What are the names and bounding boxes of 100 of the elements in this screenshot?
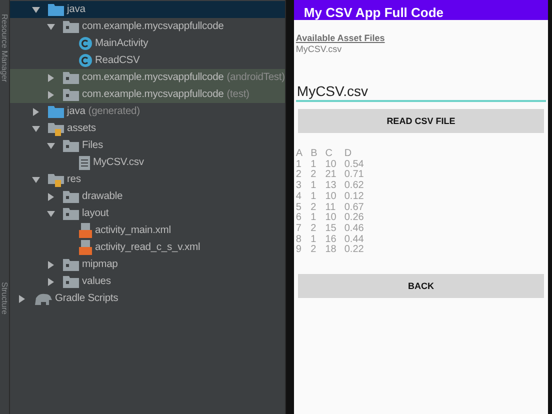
table-cell: 16 xyxy=(325,234,344,246)
folder-icon xyxy=(63,190,79,203)
tree-item-suffix: (androidTest) xyxy=(226,72,285,83)
tree-item[interactable]: activity_main.xml xyxy=(10,222,285,239)
tree-item-label: assets xyxy=(67,123,96,134)
collapsed-arrow-icon[interactable] xyxy=(47,192,55,200)
table-cell: 11 xyxy=(325,202,344,214)
tree-item-label: MainActivity xyxy=(95,38,148,49)
table-cell-text: 2 xyxy=(296,170,302,181)
table-cell-text: 0.44 xyxy=(344,234,365,245)
tree-item[interactable]: ReadCSV xyxy=(10,52,285,69)
table-cell-text: 0.67 xyxy=(344,202,365,213)
tree-item[interactable]: Files xyxy=(10,137,285,154)
table-cell-text: 0.46 xyxy=(344,224,365,235)
tree-item[interactable]: activity_read_c_s_v.xml xyxy=(10,239,285,256)
table-cell-text: 0.54 xyxy=(344,160,365,170)
table-cell-text: 1 xyxy=(296,160,302,170)
table-cell-text: 2 xyxy=(310,170,318,181)
file-name-field[interactable]: MyCSV.csv xyxy=(296,83,546,102)
tree-item[interactable]: Gradle Scripts xyxy=(10,290,285,307)
back-button[interactable]: BACK xyxy=(298,274,544,298)
folder-icon xyxy=(48,172,64,186)
class-icon xyxy=(79,54,92,67)
tree-item-label: Files xyxy=(82,140,103,151)
file-icon xyxy=(79,156,90,170)
table-cell: 13 xyxy=(325,181,344,192)
expanded-arrow-icon[interactable] xyxy=(32,6,40,14)
collapsed-arrow-icon[interactable] xyxy=(47,74,55,82)
tree-item-label: ReadCSV xyxy=(95,55,140,66)
tree-item[interactable]: assets xyxy=(10,120,285,137)
tree-item[interactable]: com.example.mycsvappfullcode (androidTest) xyxy=(10,69,285,86)
tree-item-suffix: (generated) xyxy=(88,106,140,117)
column-header: C xyxy=(325,149,334,160)
table-cell: 21 xyxy=(325,170,344,182)
class-icon xyxy=(79,37,92,50)
collapsed-arrow-icon[interactable] xyxy=(47,260,55,268)
table-cell-text: 6 xyxy=(296,213,302,224)
tree-item[interactable]: java xyxy=(10,1,285,18)
table-cell-text: 8 xyxy=(296,234,302,245)
expanded-arrow-icon[interactable] xyxy=(32,124,40,132)
tree-item-label: java xyxy=(67,4,86,15)
expanded-arrow-icon[interactable] xyxy=(47,210,55,218)
expanded-arrow-icon[interactable] xyxy=(47,142,55,150)
tree-item[interactable]: com.example.mycsvappfullcode xyxy=(10,18,285,35)
asset-file-name: MyCSV.csv xyxy=(296,44,342,54)
collapsed-arrow-icon[interactable] xyxy=(18,294,26,302)
tree-item[interactable]: drawable xyxy=(10,188,285,205)
table-cell-text: 5 xyxy=(296,202,302,213)
tree-item-label: com.example.mycsvappfullcode xyxy=(82,72,224,83)
tree-item[interactable]: values xyxy=(10,273,285,290)
table-cell-text: 0.12 xyxy=(344,192,365,203)
table-cell-text: 0.22 xyxy=(344,245,365,256)
table-cell-text: 3 xyxy=(296,181,302,192)
collapsed-arrow-icon[interactable] xyxy=(47,278,55,286)
tree-item-label: java xyxy=(67,106,86,117)
elephant-icon xyxy=(34,292,52,305)
table-cell-text: 2 xyxy=(310,245,318,256)
folder-icon xyxy=(48,3,64,16)
collapsed-arrow-icon[interactable] xyxy=(47,90,55,98)
tree-item-label: res xyxy=(67,174,81,185)
collapsed-arrow-icon[interactable] xyxy=(32,108,40,116)
read-csv-button[interactable]: READ CSV FILE xyxy=(298,109,544,133)
table-cell-text: 4 xyxy=(296,192,302,203)
xml-file-icon xyxy=(79,240,92,255)
table-cell: 15 xyxy=(325,224,344,235)
side-tab[interactable]: Resource Manager xyxy=(0,14,9,82)
side-tab[interactable]: Structure xyxy=(0,282,9,315)
tree-item-label: activity_read_c_s_v.xml xyxy=(95,242,200,253)
app-title: My CSV App Full Code xyxy=(304,5,444,20)
table-cell-text: 1 xyxy=(310,192,318,203)
folder-icon xyxy=(63,71,79,84)
folder-icon xyxy=(63,275,79,288)
folder-icon xyxy=(48,122,64,136)
tree-item-label: com.example.mycsvappfullcode xyxy=(82,89,224,100)
table-cell-text: 9 xyxy=(296,245,302,256)
tree-item-label: mipmap xyxy=(82,259,118,270)
folder-icon xyxy=(63,20,79,33)
tree-item[interactable]: com.example.mycsvappfullcode (test) xyxy=(10,86,285,103)
table-cell-text: 0.26 xyxy=(344,213,365,224)
tree-item-label: MyCSV.csv xyxy=(93,157,144,168)
tree-item[interactable]: mipmap xyxy=(10,256,285,273)
expanded-arrow-icon[interactable] xyxy=(32,176,40,184)
column-header: B xyxy=(310,149,318,160)
tree-item[interactable]: res xyxy=(10,171,285,188)
tree-item-label: layout xyxy=(82,208,109,219)
tree-item[interactable]: java (generated) xyxy=(10,103,285,120)
xml-file-icon xyxy=(79,223,92,238)
tree-item-label: com.example.mycsvappfullcode xyxy=(82,21,224,32)
table-cell-text: 1 xyxy=(310,181,318,192)
folder-icon xyxy=(63,207,79,220)
table-cell: 10 xyxy=(325,192,344,203)
folder-icon xyxy=(63,139,79,152)
table-cell: 10 xyxy=(325,160,344,170)
folder-icon xyxy=(48,105,64,118)
tree-item[interactable]: layout xyxy=(10,205,285,222)
tree-item[interactable]: MyCSV.csv xyxy=(10,154,285,171)
expanded-arrow-icon[interactable] xyxy=(47,22,55,30)
folder-icon xyxy=(63,258,79,271)
tree-item[interactable]: MainActivity xyxy=(10,35,285,52)
table-cell-text: 2 xyxy=(310,224,318,235)
